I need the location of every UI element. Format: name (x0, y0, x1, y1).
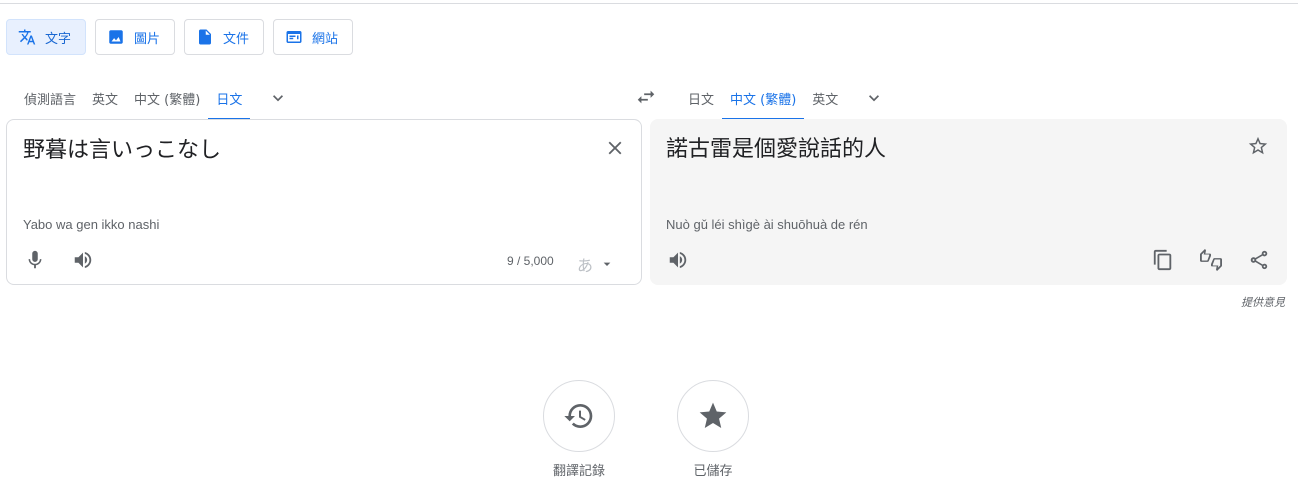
source-text-input[interactable]: 野暮は言いっこなし (23, 132, 221, 164)
target-lang-more-button[interactable] (854, 76, 894, 120)
microphone-icon (28, 250, 42, 269)
microphone-button[interactable] (23, 248, 47, 272)
website-icon (284, 27, 304, 47)
send-feedback-link[interactable]: 提供意見 (1241, 294, 1285, 310)
caret-down-icon (603, 262, 611, 266)
history-shortcut: 翻譯記錄 (534, 380, 624, 479)
speaker-icon (669, 251, 687, 269)
share-translation-button[interactable] (1247, 248, 1271, 272)
translation-actions (1151, 248, 1271, 272)
save-translation-button[interactable] (1247, 135, 1271, 159)
mode-document-button[interactable]: 文件 (184, 19, 265, 55)
top-divider (0, 3, 1298, 4)
target-language-bar: 日文 中文 (繁體) 英文 (680, 76, 894, 120)
mode-selector: 文字 圖片 文件 網站 (6, 19, 354, 55)
close-icon (608, 141, 622, 155)
listen-translation-button[interactable] (666, 248, 690, 272)
star-outline-icon (1248, 136, 1268, 155)
ime-label: あ (577, 256, 594, 275)
saved-shortcut: 已儲存 (668, 380, 758, 479)
saved-label: 已儲存 (693, 464, 733, 479)
copy-translation-button[interactable] (1151, 248, 1175, 272)
translation-text: 諾古雷是個愛說話的人 (666, 137, 887, 162)
thumbs-up-down-icon (1200, 249, 1222, 271)
source-toolbar (23, 248, 95, 272)
history-label: 翻譯記錄 (552, 464, 605, 479)
mode-image-button[interactable]: 圖片 (95, 19, 176, 55)
source-lang-japanese[interactable]: 日文 (208, 76, 251, 120)
rate-translation-button[interactable] (1199, 248, 1223, 272)
saved-button[interactable] (677, 380, 749, 452)
history-icon (564, 404, 593, 428)
character-count: 9 / 5,000 (507, 254, 554, 268)
input-tools-button[interactable]: あ (577, 252, 615, 276)
swap-icon (637, 90, 655, 104)
listen-source-button[interactable] (71, 248, 95, 272)
source-language-bar: 偵測語言 英文 中文 (繁體) 日文 (16, 76, 298, 120)
mode-label: 文字 (45, 31, 72, 47)
target-lang-chinese-traditional[interactable]: 中文 (繁體) (722, 76, 805, 120)
star-icon (699, 402, 727, 428)
source-romanization: Yabo wa gen ikko nashi (23, 217, 160, 232)
swap-languages-button[interactable] (633, 84, 659, 110)
target-panel: 諾古雷是個愛說話的人 Nuò gǔ léi shìgè ài shuōhuà d… (650, 119, 1287, 285)
chevron-down-icon (869, 95, 880, 102)
document-icon (195, 27, 215, 47)
mode-label: 網站 (312, 31, 339, 47)
chevron-down-icon (273, 95, 284, 102)
mode-text-button[interactable]: 文字 (6, 19, 87, 55)
share-icon (1250, 250, 1268, 270)
image-icon (106, 27, 126, 47)
history-button[interactable] (543, 380, 615, 452)
source-lang-detect[interactable]: 偵測語言 (16, 76, 84, 120)
target-lang-english[interactable]: 英文 (804, 76, 846, 120)
mode-website-button[interactable]: 網站 (273, 19, 354, 55)
translate-icon (17, 27, 37, 47)
copy-icon (1153, 249, 1172, 271)
target-lang-japanese[interactable]: 日文 (680, 76, 722, 120)
source-panel: 野暮は言いっこなし Yabo wa gen ikko nashi 9 / 5,0… (6, 119, 642, 285)
clear-source-button[interactable] (603, 136, 627, 160)
source-lang-more-button[interactable] (258, 76, 298, 120)
speaker-icon (74, 251, 92, 269)
mode-label: 文件 (223, 31, 250, 47)
translation-romanization: Nuò gǔ léi shìgè ài shuōhuà de rén (666, 217, 868, 232)
mode-label: 圖片 (134, 31, 161, 47)
source-lang-english[interactable]: 英文 (84, 76, 126, 120)
source-lang-chinese-traditional[interactable]: 中文 (繁體) (126, 76, 208, 120)
